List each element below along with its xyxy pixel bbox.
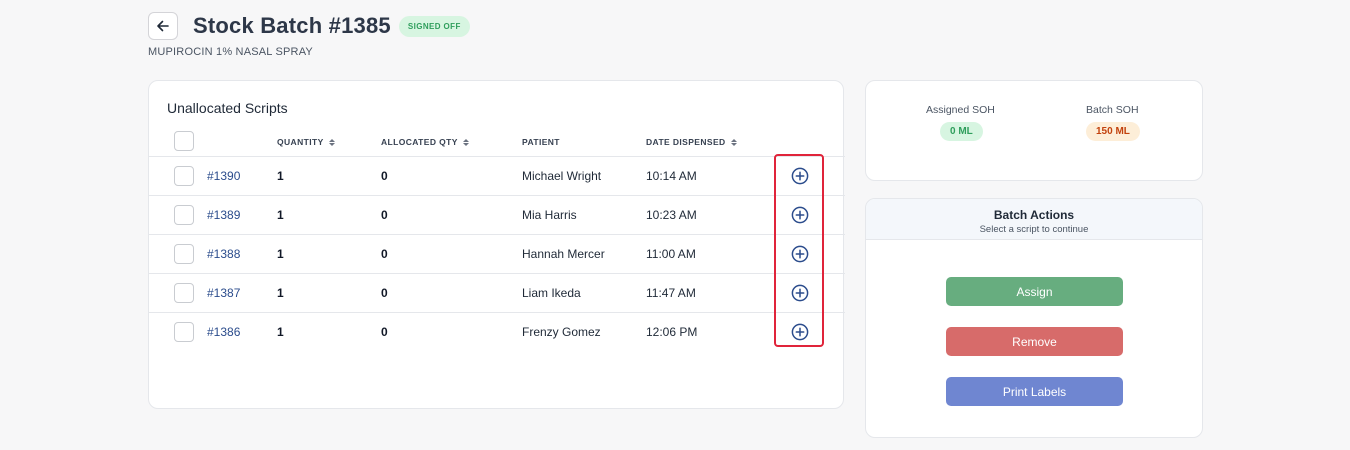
- table-row: #1389 1 0 Mia Harris 10:23 AM: [149, 196, 845, 235]
- remove-button[interactable]: Remove: [946, 327, 1123, 356]
- script-link[interactable]: #1387: [207, 286, 240, 300]
- column-label: PATIENT: [522, 137, 560, 147]
- assigned-soh-badge: 0 ML: [940, 122, 983, 141]
- row-checkbox[interactable]: [174, 283, 194, 303]
- table-row: #1388 1 0 Hannah Mercer 11:00 AM: [149, 235, 845, 274]
- allocated-qty-cell: 0: [381, 325, 388, 339]
- assigned-soh-label: Assigned SOH: [926, 104, 995, 116]
- allocated-qty-cell: 0: [381, 208, 388, 222]
- patient-cell: Mia Harris: [522, 208, 577, 222]
- page-title: Stock Batch #1385: [193, 13, 391, 38]
- batch-actions-header: Batch Actions Select a script to continu…: [866, 199, 1202, 240]
- column-quantity[interactable]: QUANTITY: [277, 137, 335, 147]
- patient-cell: Liam Ikeda: [522, 286, 581, 300]
- date-dispensed-cell: 11:47 AM: [646, 286, 696, 300]
- column-allocated-qty[interactable]: ALLOCATED QTY: [381, 137, 469, 147]
- quantity-cell: 1: [277, 169, 284, 183]
- batch-actions-title: Batch Actions: [993, 208, 1075, 222]
- print-labels-button[interactable]: Print Labels: [946, 377, 1123, 406]
- table-row: #1390 1 0 Michael Wright 10:14 AM: [149, 157, 845, 196]
- allocated-qty-cell: 0: [381, 286, 388, 300]
- page-header: Stock Batch #1385 SIGNED OFF MUPIROCIN 1…: [148, 12, 470, 58]
- column-date-dispensed[interactable]: DATE DISPENSED: [646, 137, 737, 147]
- date-dispensed-cell: 12:06 PM: [646, 325, 698, 339]
- script-link[interactable]: #1388: [207, 247, 240, 261]
- table-header: QUANTITY ALLOCATED QTY PATIENT DATE DISP…: [149, 129, 845, 157]
- row-checkbox[interactable]: [174, 166, 194, 186]
- batch-soh-badge: 150 ML: [1086, 122, 1140, 141]
- plus-circle-icon[interactable]: [791, 284, 809, 302]
- script-link[interactable]: #1389: [207, 208, 240, 222]
- allocated-qty-cell: 0: [381, 247, 388, 261]
- plus-circle-icon[interactable]: [791, 323, 809, 341]
- script-link[interactable]: #1386: [207, 325, 240, 339]
- column-label: DATE DISPENSED: [646, 137, 726, 147]
- patient-cell: Hannah Mercer: [522, 247, 605, 261]
- table-row: #1387 1 0 Liam Ikeda 11:47 AM: [149, 274, 845, 313]
- patient-cell: Michael Wright: [522, 169, 602, 183]
- row-checkbox[interactable]: [174, 244, 194, 264]
- select-all-checkbox[interactable]: [174, 131, 194, 151]
- column-label: QUANTITY: [277, 137, 324, 147]
- batch-actions-card: Batch Actions Select a script to continu…: [865, 198, 1203, 438]
- row-checkbox[interactable]: [174, 205, 194, 225]
- row-checkbox[interactable]: [174, 322, 194, 342]
- title-row: Stock Batch #1385 SIGNED OFF: [148, 12, 470, 40]
- quantity-cell: 1: [277, 325, 284, 339]
- allocated-qty-cell: 0: [381, 169, 388, 183]
- sort-icon: [462, 138, 469, 146]
- product-name: MUPIROCIN 1% NASAL SPRAY: [148, 46, 313, 58]
- unallocated-scripts-card: Unallocated Scripts QUANTITY ALLOCATED Q…: [148, 80, 845, 409]
- batch-actions-subtitle: Select a script to continue: [979, 224, 1089, 235]
- script-link[interactable]: #1390: [207, 169, 240, 183]
- card-title: Unallocated Scripts: [167, 100, 288, 116]
- batch-soh-label: Batch SOH: [1086, 104, 1139, 116]
- status-badge: SIGNED OFF: [398, 15, 470, 37]
- plus-circle-icon[interactable]: [791, 206, 809, 224]
- arrow-left-icon: [157, 20, 169, 32]
- table-row: #1386 1 0 Frenzy Gomez 12:06 PM: [149, 313, 845, 352]
- patient-cell: Frenzy Gomez: [522, 325, 601, 339]
- date-dispensed-cell: 10:14 AM: [646, 169, 697, 183]
- quantity-cell: 1: [277, 286, 284, 300]
- date-dispensed-cell: 10:23 AM: [646, 208, 697, 222]
- plus-circle-icon[interactable]: [791, 167, 809, 185]
- quantity-cell: 1: [277, 208, 284, 222]
- column-label: ALLOCATED QTY: [381, 137, 458, 147]
- sort-icon: [328, 138, 335, 146]
- assign-button[interactable]: Assign: [946, 277, 1123, 306]
- column-patient: PATIENT: [522, 137, 560, 147]
- quantity-cell: 1: [277, 247, 284, 261]
- plus-circle-icon[interactable]: [791, 245, 809, 263]
- date-dispensed-cell: 11:00 AM: [646, 247, 696, 261]
- sort-icon: [730, 138, 737, 146]
- soh-card: Assigned SOH 0 ML Batch SOH 150 ML: [865, 80, 1203, 181]
- back-button[interactable]: [148, 12, 178, 40]
